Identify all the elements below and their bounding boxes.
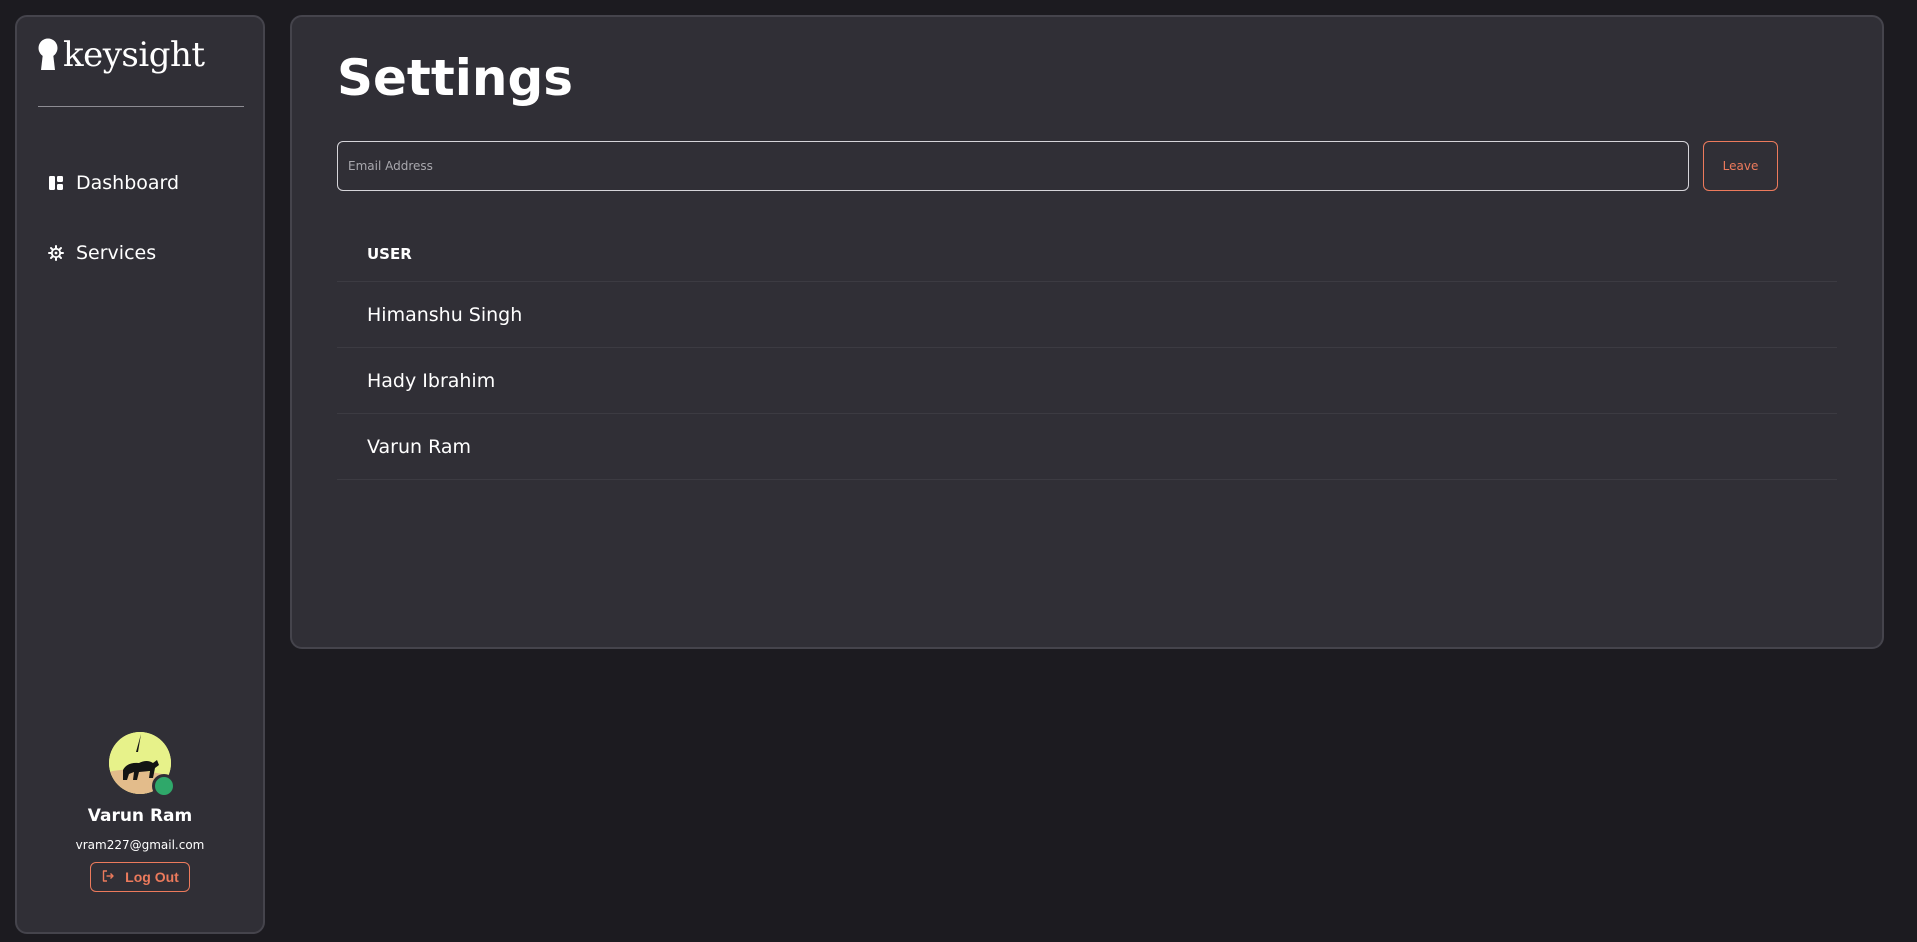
email-address-input[interactable]	[337, 141, 1689, 191]
table-header-user: USER	[337, 227, 1837, 282]
users-table: USER Himanshu Singh Hady Ibrahim Varun R…	[337, 227, 1837, 480]
sidebar-divider	[38, 106, 244, 107]
sidebar: keysight Dashboard Services Varun Ram vr…	[15, 15, 265, 934]
leave-button[interactable]: Leave	[1703, 141, 1778, 191]
user-name: Hady Ibrahim	[367, 369, 496, 392]
sidebar-item-label: Dashboard	[76, 172, 180, 194]
sidebar-item-dashboard[interactable]: Dashboard	[48, 172, 179, 194]
online-status-indicator	[152, 774, 176, 798]
user-name: Varun Ram	[367, 435, 472, 458]
dashboard-icon	[48, 175, 64, 191]
settings-panel: Settings Leave USER Himanshu Singh Hady …	[290, 15, 1884, 649]
gear-icon	[48, 245, 64, 261]
user-name: Himanshu Singh	[367, 303, 523, 326]
logout-icon	[101, 869, 115, 886]
sidebar-item-label: Services	[76, 242, 157, 264]
table-row[interactable]: Hady Ibrahim	[337, 348, 1837, 414]
keyhole-logo-icon	[38, 38, 58, 70]
table-row[interactable]: Himanshu Singh	[337, 282, 1837, 348]
table-row[interactable]: Varun Ram	[337, 414, 1837, 480]
keysight-logo[interactable]: keysight	[37, 35, 205, 75]
user-profile: Varun Ram vram227@gmail.com Log Out	[17, 732, 263, 892]
logo-text: keysight	[63, 35, 205, 75]
logout-label: Log Out	[125, 869, 179, 885]
profile-name: Varun Ram	[87, 806, 193, 826]
page-title: Settings	[337, 49, 574, 107]
sidebar-item-services[interactable]: Services	[48, 242, 156, 264]
logout-button[interactable]: Log Out	[90, 862, 190, 892]
avatar[interactable]	[109, 732, 176, 798]
profile-email: vram227@gmail.com	[75, 838, 205, 852]
